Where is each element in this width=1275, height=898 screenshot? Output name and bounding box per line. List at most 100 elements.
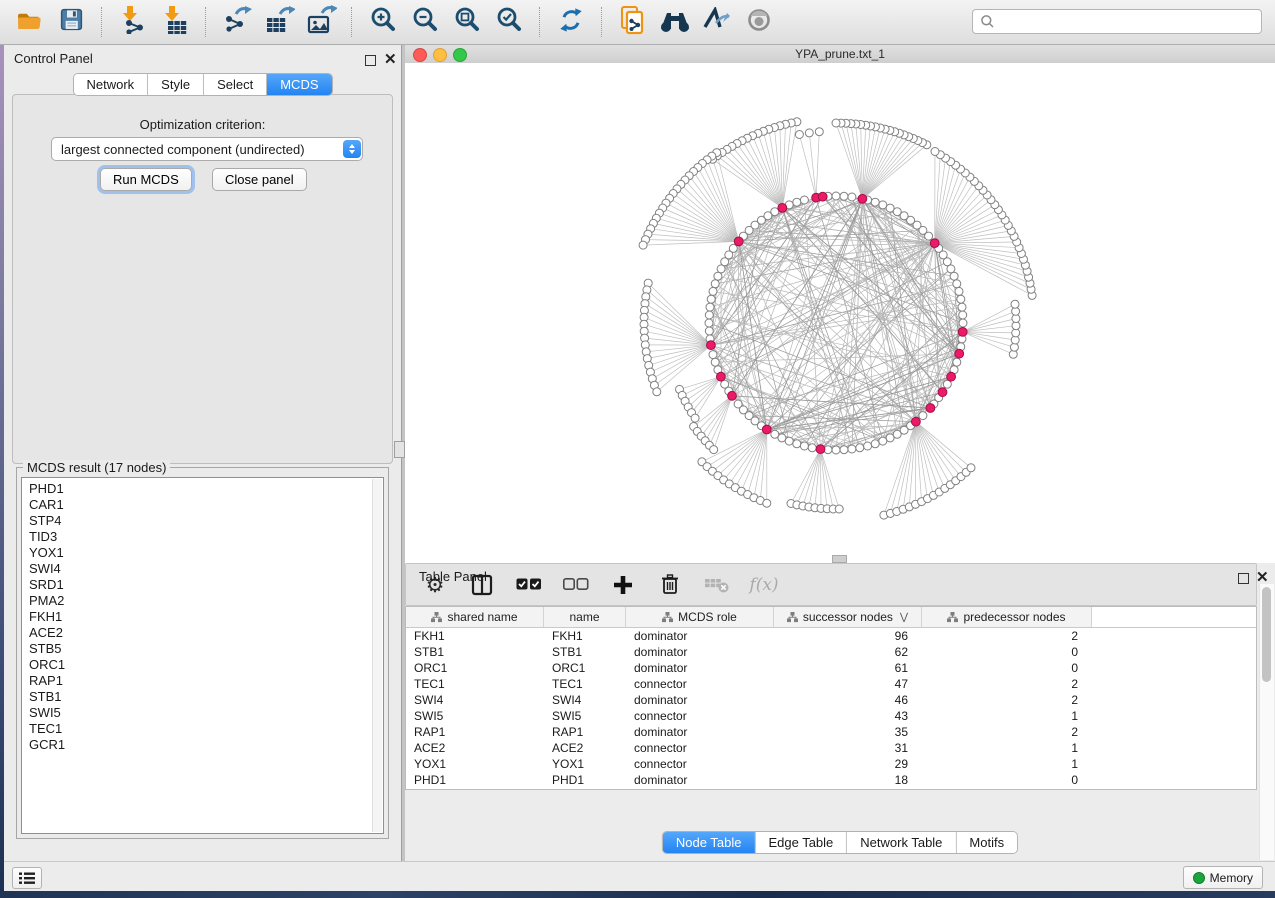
table-cell[interactable]: STB1 [406, 645, 544, 659]
network-node[interactable] [705, 319, 713, 327]
network-node[interactable] [879, 201, 887, 209]
import-table-button[interactable] [154, 3, 196, 41]
function-builder-button[interactable]: f(x) [751, 572, 777, 598]
network-node-mcds[interactable] [938, 388, 947, 397]
table-cell[interactable]: 0 [922, 645, 1092, 659]
network-node[interactable] [785, 437, 793, 445]
network-node[interactable] [711, 280, 719, 288]
table-cell[interactable]: 2 [922, 629, 1092, 643]
memory-button[interactable]: Memory [1183, 866, 1263, 889]
network-node-mcds[interactable] [858, 194, 867, 203]
table-cell[interactable]: SWI4 [544, 693, 626, 707]
network-window-titlebar[interactable]: YPA_prune.txt_1 [405, 45, 1275, 64]
table-cell[interactable]: SWI5 [406, 709, 544, 723]
search-input[interactable] [999, 12, 1261, 32]
network-node[interactable] [705, 311, 713, 319]
table-cell[interactable]: PHD1 [544, 773, 626, 787]
close-panel-button[interactable]: ✕ [384, 51, 397, 69]
automation-panel-button[interactable] [12, 867, 42, 889]
table-cell[interactable]: 46 [774, 693, 922, 707]
run-mcds-button[interactable]: Run MCDS [100, 168, 192, 191]
network-node[interactable] [707, 295, 715, 303]
table-cell[interactable]: RAP1 [544, 725, 626, 739]
table-cell[interactable]: connector [626, 677, 774, 691]
table-cell[interactable]: 29 [774, 757, 922, 771]
network-node[interactable] [709, 287, 717, 295]
table-cell[interactable]: 0 [922, 773, 1092, 787]
network-node[interactable] [800, 442, 808, 450]
table-cell[interactable]: YOX1 [406, 757, 544, 771]
network-node[interactable] [832, 192, 840, 200]
delete-column-button[interactable] [657, 572, 683, 598]
mcds-result-item[interactable]: GCR1 [29, 737, 383, 753]
mcds-result-item[interactable]: TEC1 [29, 721, 383, 737]
search-network-button[interactable] [654, 3, 696, 41]
select-all-button[interactable] [516, 572, 542, 598]
float-table-panel-button[interactable] [1238, 571, 1249, 589]
network-node[interactable] [864, 442, 872, 450]
table-cell[interactable]: 31 [774, 741, 922, 755]
mcds-result-item[interactable]: SRD1 [29, 577, 383, 593]
save-session-button[interactable] [50, 3, 92, 41]
network-node[interactable] [840, 446, 848, 454]
network-node[interactable] [653, 388, 661, 396]
table-cell[interactable]: SWI5 [544, 709, 626, 723]
network-node[interactable] [919, 412, 927, 420]
network-node[interactable] [1011, 300, 1019, 308]
network-node-mcds[interactable] [778, 204, 787, 213]
column-header-successor-nodes[interactable]: successor nodes⋁ [774, 607, 922, 627]
network-node[interactable] [953, 280, 961, 288]
horizontal-splitter-handle[interactable] [832, 555, 847, 563]
network-node[interactable] [871, 198, 879, 206]
table-cell[interactable]: 62 [774, 645, 922, 659]
table-cell[interactable]: dominator [626, 725, 774, 739]
network-node[interactable] [709, 351, 717, 359]
table-cell[interactable]: ORC1 [406, 661, 544, 675]
table-cell[interactable]: ORC1 [544, 661, 626, 675]
mcds-result-item[interactable]: STB1 [29, 689, 383, 705]
table-scrollbar[interactable] [1259, 584, 1274, 860]
table-row[interactable]: TEC1TEC1connector472 [406, 676, 1256, 692]
close-panel-button-mcds[interactable]: Close panel [212, 168, 307, 191]
table-row[interactable]: SWI5SWI5connector431 [406, 708, 1256, 724]
mcds-result-item[interactable]: STP4 [29, 513, 383, 529]
table-cell[interactable]: 0 [922, 661, 1092, 675]
mcds-result-item[interactable]: RAP1 [29, 673, 383, 689]
network-node[interactable] [871, 440, 879, 448]
tab-network[interactable]: Network [73, 74, 148, 95]
network-graph[interactable] [405, 63, 1275, 563]
export-table-button[interactable] [258, 3, 300, 41]
network-node[interactable] [856, 444, 864, 452]
tab-style[interactable]: Style [148, 74, 204, 95]
table-row[interactable]: RAP1RAP1dominator352 [406, 724, 1256, 740]
network-node[interactable] [959, 311, 967, 319]
table-cell[interactable]: SWI4 [406, 693, 544, 707]
table-cell[interactable]: connector [626, 709, 774, 723]
table-scrollbar-thumb[interactable] [1262, 587, 1271, 682]
network-node[interactable] [805, 129, 813, 137]
zoom-selected-button[interactable] [488, 3, 530, 41]
network-node[interactable] [795, 131, 803, 139]
table-cell[interactable]: 1 [922, 741, 1092, 755]
network-node[interactable] [832, 119, 840, 127]
refresh-button[interactable] [550, 3, 592, 41]
network-node[interactable] [705, 327, 713, 335]
table-cell[interactable]: dominator [626, 773, 774, 787]
network-node[interactable] [763, 499, 771, 507]
network-search-field[interactable] [972, 9, 1262, 34]
mcds-result-item[interactable]: PHD1 [29, 481, 383, 497]
tab-edge-table[interactable]: Edge Table [755, 832, 847, 853]
table-cell[interactable]: connector [626, 741, 774, 755]
network-node-mcds[interactable] [818, 192, 827, 201]
mcds-result-item[interactable]: FKH1 [29, 609, 383, 625]
network-node-mcds[interactable] [762, 425, 771, 434]
network-node[interactable] [808, 444, 816, 452]
network-node[interactable] [691, 414, 699, 422]
table-row[interactable]: STB1STB1dominator620 [406, 644, 1256, 660]
table-cell[interactable]: 61 [774, 661, 922, 675]
network-node[interactable] [835, 505, 843, 513]
network-node[interactable] [800, 196, 808, 204]
show-graphics-details-button[interactable] [738, 3, 780, 41]
vertical-splitter-handle[interactable] [394, 441, 405, 458]
network-node[interactable] [886, 204, 894, 212]
